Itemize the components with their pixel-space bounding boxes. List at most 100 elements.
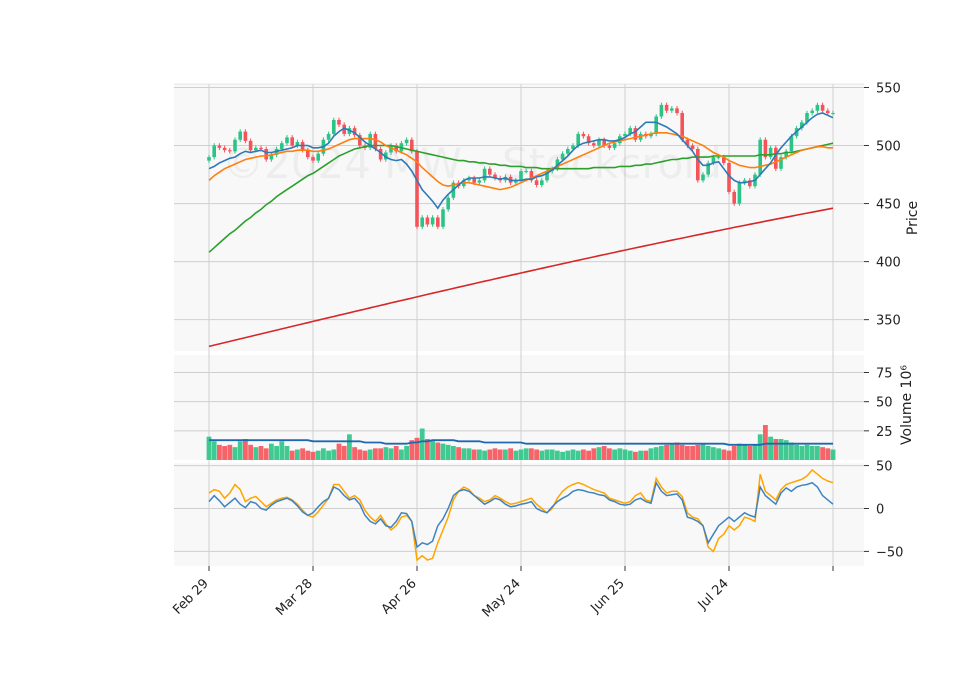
volume-bar [669,443,675,460]
candle-body [670,108,674,111]
volume-bar [570,449,576,460]
volume-bar [591,448,597,460]
candle-body [420,217,424,227]
volume-bar [492,448,498,460]
candle-body [285,137,289,144]
volume-bar [804,444,810,460]
volume-axis-tick-label: 25 [876,425,893,440]
volume-bar [263,448,269,460]
volume-bar [773,439,779,460]
volume-bar [544,449,550,460]
volume-bar [440,443,446,460]
volume-bar [627,450,633,460]
oscillator-axis-tick-label: 0 [876,502,884,517]
volume-bar [617,448,623,460]
volume-bar [679,444,685,460]
volume-bar [471,449,477,460]
volume-bar [555,450,560,460]
x-tick-label: Jun 25 [588,576,628,616]
volume-bar [523,448,529,460]
volume-bar [321,448,326,460]
volume-bar [451,446,456,460]
volume-bar [352,447,357,460]
candle-body [612,143,617,148]
volume-bar [367,449,373,460]
volume-bar [477,449,482,460]
volume-bar [721,449,727,460]
candle-body [373,133,378,150]
volume-bar [289,450,295,460]
volume-bar [581,449,586,460]
candle-body [826,110,830,114]
candle-body [233,139,237,152]
candle-body [488,168,492,175]
volume-bar [347,434,352,460]
volume-bar [217,444,222,460]
candle-body [716,157,721,159]
candle-body [436,217,440,227]
volume-bar [622,449,628,460]
volume-bar [503,449,508,460]
candle-body [332,119,336,134]
chart-svg: 350400450500550255075−50050©2024 MW · St… [170,81,921,620]
candle-body [820,104,825,111]
x-tick-label: Apr 26 [379,576,420,617]
volume-axis-title: Volume 10⁶ [899,365,915,445]
candle-body [810,110,814,114]
candle-body [831,113,835,115]
x-tick-label: Mar 28 [273,576,316,619]
volume-bar [378,448,383,460]
volume-bar [820,447,825,460]
candle-body [259,147,263,150]
volume-bar [456,447,461,460]
candle-body [441,209,445,227]
volume-bar [305,450,311,460]
volume-bar [747,446,753,460]
volume-bar [778,439,784,460]
price-axis-tick-label: 350 [876,314,901,329]
candle-body [737,182,742,204]
candle-body [519,171,523,181]
candle-body [264,149,268,160]
volume-bar [331,449,337,460]
volume-axis-tick-label: 50 [876,396,893,411]
candle-body [482,168,487,181]
candle-body [768,147,773,158]
candle-body [254,147,258,151]
volume-bar [690,446,695,460]
candle-body [207,157,211,161]
volume-bar [700,443,706,460]
volume-bar [269,443,274,460]
volume-bar [404,446,409,460]
volume-bar [742,444,747,460]
volume-bar [612,449,617,460]
candle-body [524,171,528,173]
volume-bar [248,444,253,460]
volume-bar [633,451,638,460]
candle-body [243,131,248,141]
volume-bar [315,450,321,460]
volume-bar [336,443,342,460]
volume-bar [357,449,363,460]
candle-body [238,131,242,140]
volume-bar [799,446,805,460]
candle-body [774,147,778,169]
volume-bar [737,443,742,460]
candle-body [248,140,253,151]
candle-body [280,143,284,150]
volume-bar [388,448,394,460]
candle-body [659,104,664,117]
volume-bar [258,446,264,460]
volume-bar [419,428,425,460]
volume-bar [513,450,519,460]
candle-body [316,153,320,161]
oscillator-panel-bg [174,463,864,566]
volume-bar [648,448,654,460]
candle-body [326,133,331,140]
volume-bar [508,448,513,460]
candle-body [654,116,658,134]
volume-bar [466,448,472,460]
candle-body [701,174,705,181]
volume-bar [399,449,404,460]
volume-bar [685,446,690,460]
